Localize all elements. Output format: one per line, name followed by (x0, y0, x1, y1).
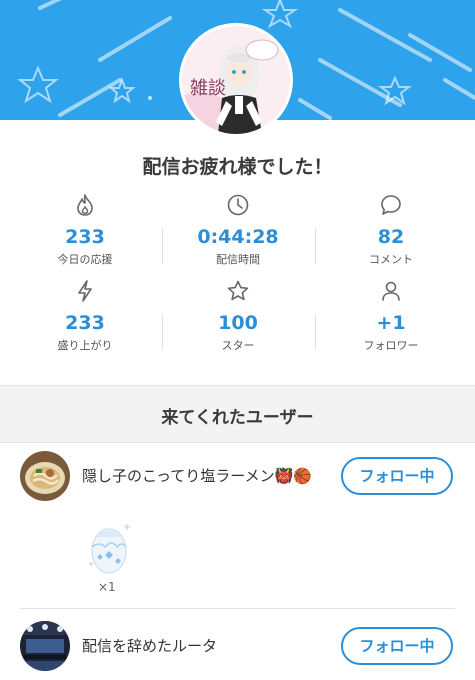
clock-icon (227, 194, 249, 216)
comment-icon (381, 195, 401, 215)
lightning-icon (78, 280, 92, 302)
stat-excitement: 233 盛り上がり (6, 278, 164, 353)
ramen-avatar-image (20, 451, 70, 501)
avatar-caption: 雑談 (190, 78, 226, 99)
stat-label: フォロワー (363, 339, 419, 352)
stat-support: 233 今日の応援 (6, 192, 164, 267)
avatar[interactable] (20, 451, 70, 501)
list-item[interactable]: 隠し子のこってり塩ラーメン👹🏀 フォロー中 (0, 443, 475, 503)
stat-value: 233 (65, 312, 105, 334)
star-icon (227, 280, 249, 301)
stat-followers: +1 フォロワー (312, 278, 470, 353)
follow-button[interactable]: フォロー中 (341, 627, 453, 665)
flame-icon (77, 194, 93, 216)
stat-value: 82 (377, 226, 405, 248)
stat-label: 今日の応援 (57, 253, 113, 266)
stat-comments: 82 コメント (312, 192, 470, 267)
streamer-avatar[interactable]: 雑談 (179, 23, 293, 137)
stat-label: 盛り上がり (57, 339, 113, 352)
person-icon (382, 281, 400, 301)
gift-count: ×1 (98, 580, 116, 594)
stat-label: コメント (369, 253, 413, 266)
stat-value: 0:44:28 (197, 226, 279, 248)
list-item[interactable]: 配信を辞めたルータ フォロー中 (0, 613, 475, 673)
stat-stream-time: 0:44:28 配信時間 (159, 192, 317, 267)
user-name[interactable]: 配信を辞めたルータ (82, 635, 217, 656)
stat-label: 配信時間 (216, 253, 260, 266)
page-title: 配信お疲れ様でした！ (142, 156, 333, 178)
visitors-title: 来てくれたユーザー (161, 408, 314, 428)
stat-stars: 100 スター (159, 278, 317, 353)
gift-item (85, 517, 137, 577)
stat-value: 100 (218, 312, 258, 334)
user-name[interactable]: 隠し子のこってり塩ラーメン👹🏀 (82, 465, 312, 486)
row-divider (20, 608, 455, 609)
follow-button[interactable]: フォロー中 (341, 457, 453, 495)
stage-avatar-image (20, 621, 70, 671)
stat-value: 233 (65, 226, 105, 248)
stat-label: スター (221, 339, 255, 352)
avatar[interactable] (20, 621, 70, 671)
stat-value: +1 (376, 312, 406, 334)
egg-gift-icon (88, 523, 131, 574)
avatar-image: 雑談 (182, 26, 290, 134)
